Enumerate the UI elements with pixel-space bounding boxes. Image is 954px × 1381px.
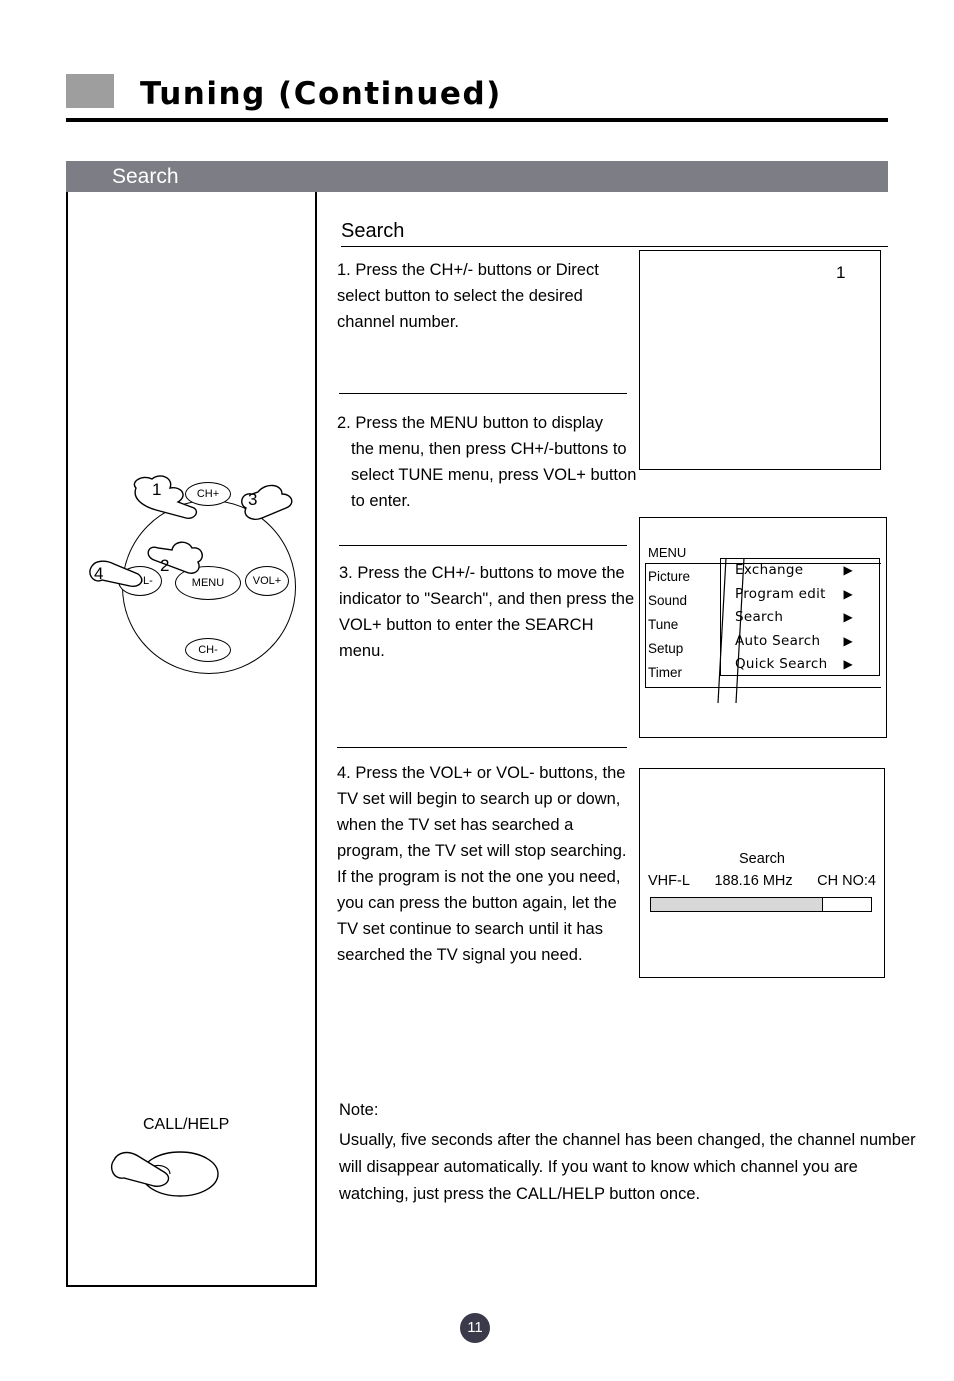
osd-item-quick-search-label: Quick Search xyxy=(735,656,828,672)
step-2-rest: the menu, then press CH+/-buttons to sel… xyxy=(351,440,637,510)
control-panel-illustration: CH+ CH- MENU VOL+ VOL- 1 2 3 4 xyxy=(89,470,310,685)
osd-item-search-label: Search xyxy=(735,609,784,625)
chevron-right-icon: ▶ xyxy=(843,633,853,648)
step-2-text: 2. Press the MENU button to display the … xyxy=(337,410,637,514)
search-progress-fill xyxy=(651,898,823,911)
section-bar xyxy=(66,161,888,192)
pointing-hands xyxy=(89,475,293,588)
step-divider-3 xyxy=(337,747,627,748)
callout-3: 3 xyxy=(248,490,258,509)
search-progress-bar xyxy=(650,897,872,912)
search-band: VHF-L xyxy=(648,873,690,889)
osd-item-program-edit-label: Program edit xyxy=(735,585,826,602)
title-divider xyxy=(66,118,888,122)
chevron-right-icon: ▶ xyxy=(843,657,853,671)
step-divider-2 xyxy=(339,545,627,546)
sub-heading-divider xyxy=(341,246,888,247)
call-help-label: CALL/HELP xyxy=(143,1116,230,1133)
osd-item-exchange[interactable]: Exchange ▶ xyxy=(721,559,879,583)
screen-channel-number: 1 xyxy=(836,263,846,282)
section-bar-label: Search xyxy=(112,165,179,188)
search-channel-number: CH NO:4 xyxy=(817,873,876,889)
search-screen-info: VHF-L 188.16 MHz CH NO:4 xyxy=(648,873,876,889)
column-divider xyxy=(315,192,317,1287)
header-accent-block xyxy=(66,74,114,108)
sub-heading: Search xyxy=(341,220,405,242)
page-title: Tuning (Continued) xyxy=(140,76,502,112)
osd-item-auto-search-label: Auto Search xyxy=(735,632,821,649)
step-1-text: 1. Press the CH+/- buttons or Direct sel… xyxy=(337,261,599,331)
callout-4: 4 xyxy=(94,564,104,583)
step-divider-1 xyxy=(339,393,627,394)
step-2-lead: 2. Press the MENU button to display xyxy=(337,414,603,432)
osd-item-search[interactable]: Search ▶ xyxy=(721,606,879,630)
chevron-right-icon: ▶ xyxy=(843,610,853,624)
search-frequency: 188.16 MHz xyxy=(714,873,793,889)
left-column-bottom-border xyxy=(66,1285,317,1287)
left-column-border xyxy=(66,192,68,1287)
tv-screen-osd-menu: MENU Picture Sound Tune Setup Timer Exch… xyxy=(639,517,887,738)
callout-1: 1 xyxy=(152,480,162,499)
step-3-text: 3. Press the CH+/- buttons to move the i… xyxy=(339,564,635,660)
tv-screen-channel-number: 1 xyxy=(639,250,881,470)
osd-item-exchange-label: Exchange xyxy=(735,562,804,578)
chevron-right-icon: ▶ xyxy=(843,586,853,601)
step-4-text: 4. Press the VOL+ or VOL- buttons, the T… xyxy=(337,764,627,964)
note-title: Note: xyxy=(339,1101,379,1119)
osd-item-quick-search[interactable]: Quick Search ▶ xyxy=(721,653,879,677)
chevron-right-icon: ▶ xyxy=(843,563,853,577)
osd-item-auto-search[interactable]: Auto Search ▶ xyxy=(721,630,879,654)
osd-submenu-panel: Exchange ▶ Program edit ▶ Search ▶ Auto … xyxy=(720,558,880,676)
note-body: Usually, five seconds after the channel … xyxy=(339,1131,916,1203)
search-screen-title: Search xyxy=(739,851,785,867)
osd-item-program-edit[interactable]: Program edit ▶ xyxy=(721,583,879,607)
call-help-hand-illustration xyxy=(110,1151,219,1197)
callout-2: 2 xyxy=(160,556,170,575)
tv-screen-search-progress: Search VHF-L 188.16 MHz CH NO:4 xyxy=(639,768,885,978)
page-number-badge: 11 xyxy=(460,1313,490,1343)
